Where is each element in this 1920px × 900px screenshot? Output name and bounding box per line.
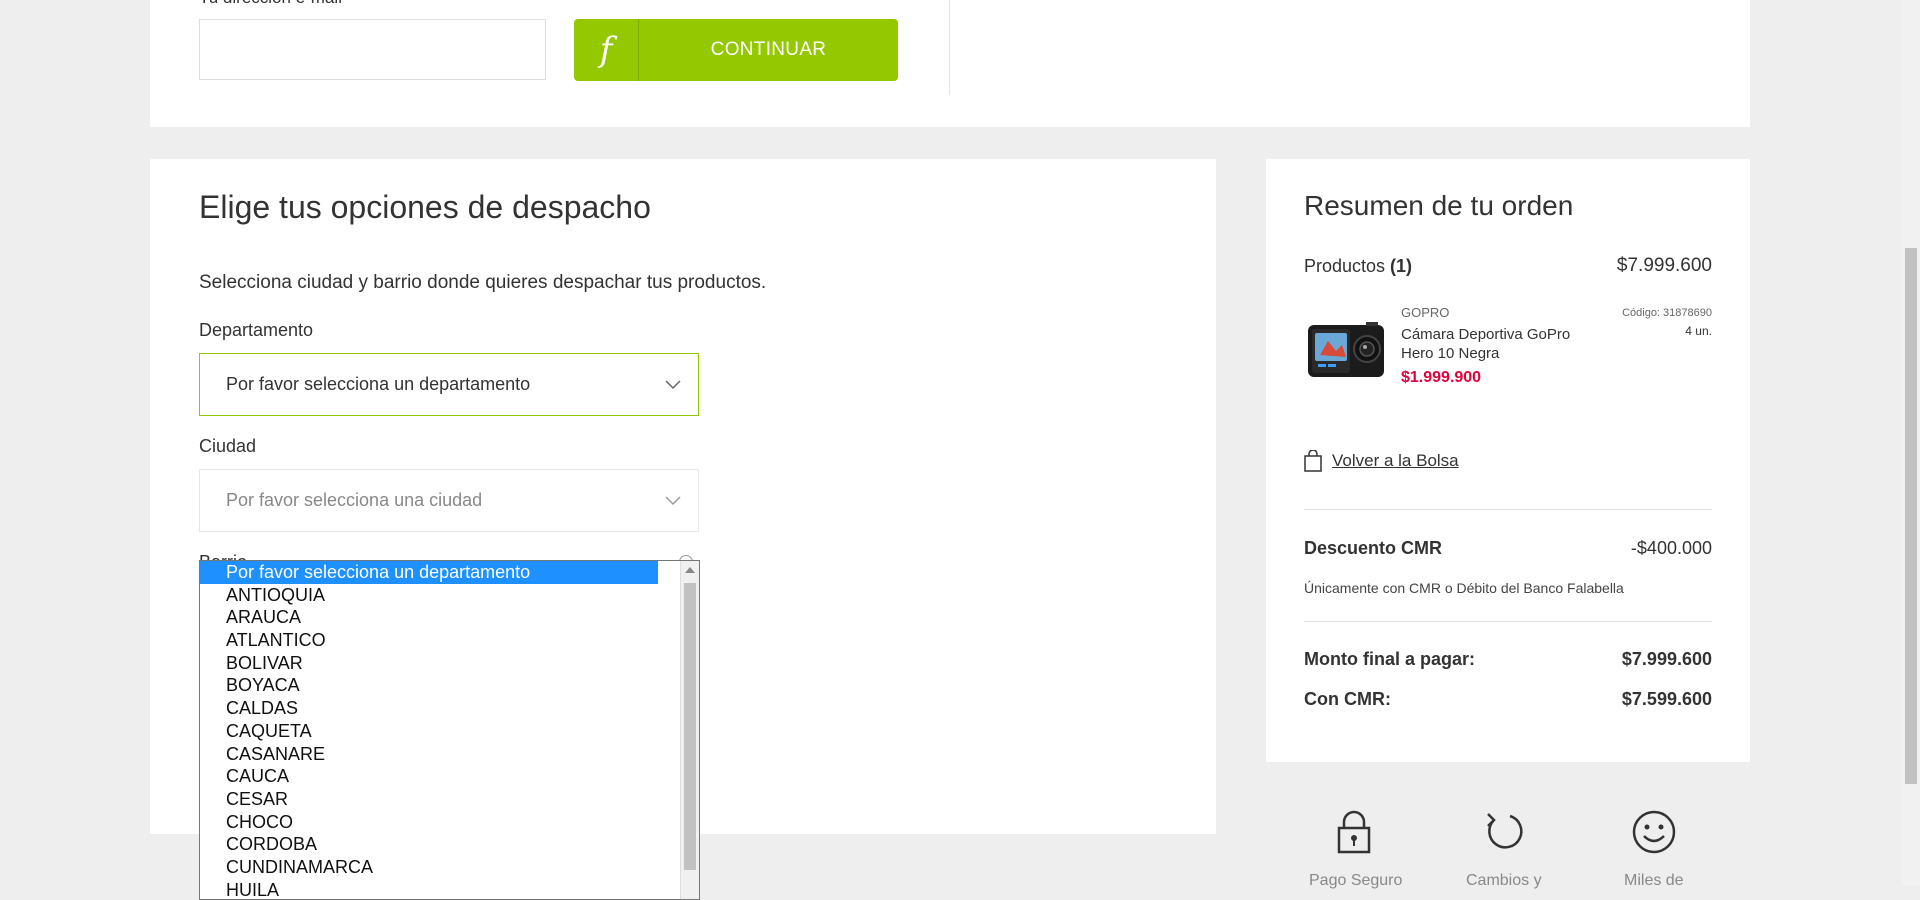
- final-amount-value: $7.999.600: [1621, 649, 1712, 669]
- page-scroll-thumb[interactable]: [1905, 248, 1917, 784]
- email-input[interactable]: [199, 19, 546, 80]
- scroll-up-icon[interactable]: [685, 567, 695, 573]
- thousands-label: Miles de: [1624, 872, 1684, 889]
- product-price: $1.999.900: [1401, 369, 1482, 386]
- products-count: (1): [1390, 256, 1413, 276]
- dropdown-option[interactable]: BOYACA: [200, 674, 699, 697]
- dropdown-option[interactable]: CAUCA: [200, 765, 699, 788]
- shopping-bag-icon: [1304, 450, 1322, 472]
- refresh-icon: [1487, 813, 1523, 849]
- summary-title: Resumen de tu orden: [1304, 190, 1574, 221]
- cmr-price-label: Con CMR:: [1304, 689, 1391, 709]
- ciudad-placeholder: Por favor selecciona una ciudad: [226, 490, 483, 510]
- smile-icon: [1632, 810, 1676, 854]
- products-label: Productos (1): [1304, 256, 1413, 276]
- back-to-bag-link[interactable]: Volver a la Bolsa: [1304, 450, 1459, 472]
- dropdown-option[interactable]: CORDOBA: [200, 833, 699, 856]
- product-quantity: 4 un.: [1685, 324, 1712, 338]
- departamento-dropdown-list[interactable]: Por favor selecciona un departamento ANT…: [199, 560, 700, 900]
- departamento-select[interactable]: Por favor selecciona un departamento: [199, 353, 699, 416]
- discount-value: -$400.000: [1630, 538, 1712, 558]
- dropdown-scroll-thumb[interactable]: [684, 583, 696, 870]
- dropdown-option[interactable]: BOLIVAR: [200, 652, 699, 675]
- dropdown-option[interactable]: ARAUCA: [200, 606, 699, 629]
- chevron-down-icon: [665, 496, 681, 506]
- email-label: Tu dirección e-mail: [199, 0, 342, 8]
- cmr-price-value: $7.599.600: [1621, 689, 1712, 709]
- dropdown-scrollbar[interactable]: [680, 561, 699, 899]
- returns-label: Cambios y: [1466, 872, 1542, 889]
- dropdown-option[interactable]: CUNDINAMARCA: [200, 856, 699, 879]
- secure-payment-label: Pago Seguro: [1309, 872, 1403, 889]
- product-code: Código: 31878690: [1622, 307, 1712, 319]
- divider: [1304, 509, 1712, 510]
- dropdown-option[interactable]: ATLANTICO: [200, 629, 699, 652]
- dropdown-option[interactable]: HUILA: [200, 879, 699, 899]
- back-to-bag-label: Volver a la Bolsa: [1332, 451, 1459, 470]
- divider: [1304, 621, 1712, 622]
- dropdown-option[interactable]: CAQUETA: [200, 720, 699, 743]
- discount-note: Únicamente con CMR o Débito del Banco Fa…: [1304, 580, 1624, 596]
- continue-button-label: CONTINUAR: [710, 39, 827, 60]
- lock-icon: [1337, 810, 1371, 854]
- ciudad-select[interactable]: Por favor selecciona una ciudad: [199, 469, 699, 532]
- divider: [949, 0, 950, 95]
- continue-button[interactable]: f CONTINUAR: [574, 19, 898, 81]
- dropdown-option[interactable]: Por favor selecciona un departamento: [200, 561, 658, 584]
- ciudad-label: Ciudad: [199, 436, 257, 456]
- product-name[interactable]: Cámara Deportiva GoPro Hero 10 Negra: [1401, 325, 1586, 363]
- products-total: $7.999.600: [1616, 255, 1712, 276]
- dropdown-option[interactable]: CASANARE: [200, 743, 699, 766]
- product-brand: GOPRO: [1401, 305, 1450, 320]
- dispatch-subtitle: Selecciona ciudad y barrio donde quieres…: [199, 272, 767, 293]
- gopro-camera-image: [1308, 322, 1384, 377]
- page-scrollbar[interactable]: [1902, 0, 1920, 885]
- dropdown-option[interactable]: ANTIOQUIA: [200, 584, 699, 607]
- chevron-down-icon: [665, 380, 681, 390]
- departamento-value: Por favor selecciona un departamento: [226, 374, 531, 394]
- dispatch-title: Elige tus opciones de despacho: [199, 189, 651, 225]
- departamento-label: Departamento: [199, 320, 314, 340]
- dropdown-option[interactable]: CHOCO: [200, 811, 699, 834]
- discount-label: Descuento CMR: [1304, 538, 1443, 558]
- falabella-logo-icon: f: [574, 19, 639, 81]
- final-amount-label: Monto final a pagar:: [1304, 649, 1475, 669]
- dropdown-option[interactable]: CALDAS: [200, 697, 699, 720]
- dropdown-option[interactable]: CESAR: [200, 788, 699, 811]
